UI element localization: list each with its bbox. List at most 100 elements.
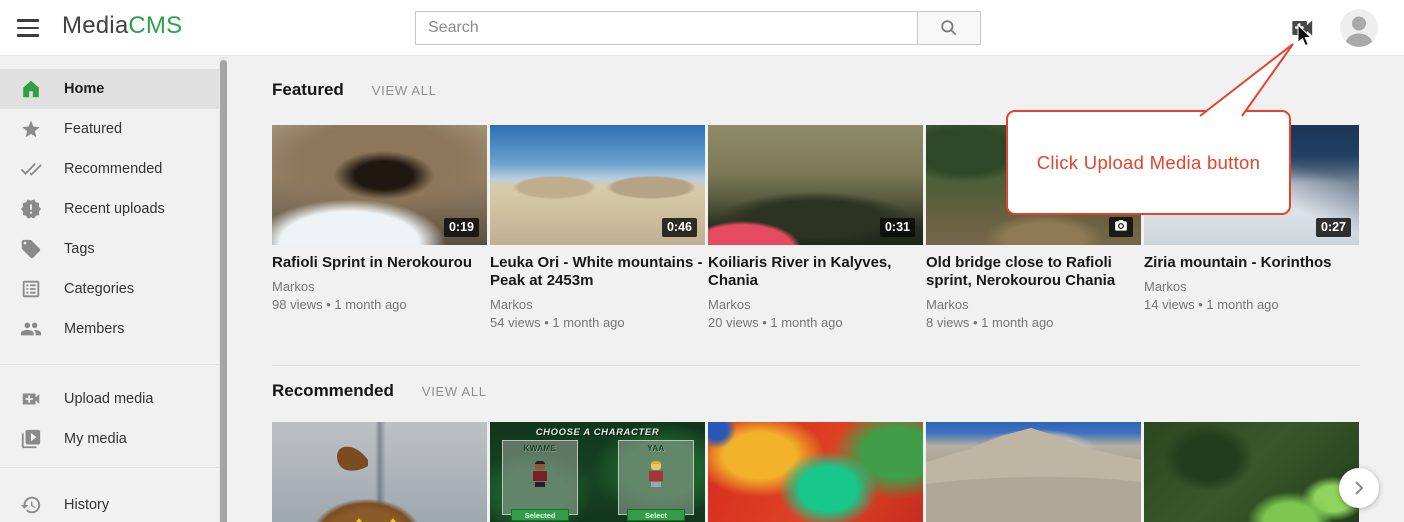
pumpkin-face (272, 422, 487, 522)
sidebar-item-featured[interactable]: Featured (0, 109, 219, 149)
sidebar-item-label: Recommended (64, 161, 162, 177)
media-card: CHOOSE A CHARACTER KWAME Selected YAA Se… (490, 422, 705, 522)
new-releases-icon (20, 198, 42, 220)
section-recommended: Recommended VIEW ALL CHOOSE A CHARACTER (272, 381, 1360, 522)
media-card (926, 422, 1141, 522)
sidebar-item-my-media[interactable]: My media (0, 419, 219, 459)
character-figure (648, 461, 664, 487)
media-author[interactable]: Markos (1144, 279, 1359, 294)
media-thumbnail[interactable] (926, 422, 1141, 522)
sidebar-item-label: Members (64, 321, 124, 337)
search-button[interactable] (918, 11, 981, 45)
sidebar-item-label: Upload media (64, 391, 153, 407)
sidebar-item-label: History (64, 497, 109, 513)
sidebar-scrollbar[interactable] (219, 57, 227, 522)
recommended-cards-row: CHOOSE A CHARACTER KWAME Selected YAA Se… (272, 422, 1360, 522)
character-name: YAA (619, 444, 693, 453)
character-panel-right: YAA Select (618, 440, 694, 515)
media-thumbnail[interactable]: CHOOSE A CHARACTER KWAME Selected YAA Se… (490, 422, 705, 522)
sidebar-item-tags[interactable]: Tags (0, 229, 219, 269)
annotation-text: Click Upload Media button (1037, 152, 1260, 174)
menu-icon[interactable] (14, 14, 42, 42)
user-avatar[interactable] (1340, 9, 1378, 47)
sidebar-item-label: Tags (64, 241, 95, 257)
media-card (1144, 422, 1359, 522)
sidebar-item-label: Recent uploads (64, 201, 165, 217)
media-author[interactable]: Markos (490, 297, 705, 312)
duration-badge: 0:46 (662, 218, 697, 237)
upload-media-icon (20, 388, 42, 410)
logo-cms: CMS (128, 12, 182, 39)
camera-badge (1109, 217, 1133, 237)
media-card (272, 422, 487, 522)
sidebar-divider (0, 364, 219, 365)
done-all-icon (20, 158, 42, 180)
categories-icon (20, 278, 42, 300)
game-screen-title: CHOOSE A CHARACTER (490, 427, 705, 438)
camera-icon (1114, 220, 1128, 232)
sidebar-item-recommended[interactable]: Recommended (0, 149, 219, 189)
sidebar-item-label: Home (64, 81, 104, 97)
character-name: KWAME (503, 444, 577, 453)
history-icon (20, 494, 42, 516)
search-input[interactable] (415, 11, 918, 45)
sidebar-item-recent-uploads[interactable]: Recent uploads (0, 189, 219, 229)
character-figure (532, 461, 548, 487)
media-thumbnail[interactable]: 0:31 (708, 125, 923, 245)
media-meta: 54 views • 1 month ago (490, 315, 705, 330)
chevron-right-icon (1351, 480, 1367, 496)
media-thumbnail[interactable] (708, 422, 923, 522)
character-panel-left: KWAME Selected (502, 440, 578, 515)
media-meta: 98 views • 1 month ago (272, 297, 487, 312)
sidebar-item-label: Categories (64, 281, 134, 297)
mountain-ridge (926, 422, 1141, 522)
person-icon (1340, 9, 1378, 47)
section-title: Featured (272, 80, 344, 100)
media-title[interactable]: Koiliaris River in Kalyves, Chania (708, 254, 923, 290)
scrollbar-thumb[interactable] (220, 60, 227, 522)
mouse-cursor (1297, 24, 1315, 50)
media-author[interactable]: Markos (708, 297, 923, 312)
carousel-next-button[interactable] (1339, 468, 1379, 508)
my-media-icon (20, 428, 42, 450)
sidebar-item-upload-media[interactable]: Upload media (0, 379, 219, 419)
app-logo[interactable]: MediaCMS (62, 12, 182, 40)
star-icon (20, 118, 42, 140)
sidebar-item-label: My media (64, 431, 127, 447)
media-meta: 8 views • 1 month ago (926, 315, 1141, 330)
sidebar-item-categories[interactable]: Categories (0, 269, 219, 309)
duration-badge: 0:31 (880, 218, 915, 237)
media-card: 0:31 Koiliaris River in Kalyves, Chania … (708, 125, 923, 330)
media-author[interactable]: Markos (272, 279, 487, 294)
section-divider (272, 365, 1360, 366)
duration-badge: 0:19 (444, 218, 479, 237)
media-author[interactable]: Markos (926, 297, 1141, 312)
sidebar-item-home[interactable]: Home (0, 69, 219, 109)
sidebar-divider (0, 467, 219, 468)
media-meta: 20 views • 1 month ago (708, 315, 923, 330)
search-bar (415, 11, 981, 45)
sidebar-item-members[interactable]: Members (0, 309, 219, 349)
media-title[interactable]: Rafioli Sprint in Nerokourou (272, 254, 487, 272)
media-title[interactable]: Leuka Ori - White mountains - Peak at 24… (490, 254, 705, 290)
select-button: Select (627, 509, 685, 521)
media-card (708, 422, 923, 522)
media-thumbnail[interactable]: 0:46 (490, 125, 705, 245)
view-all-link[interactable]: VIEW ALL (372, 83, 437, 98)
media-title[interactable]: Ziria mountain - Korinthos (1144, 254, 1359, 272)
media-card: 0:19 Rafioli Sprint in Nerokourou Markos… (272, 125, 487, 330)
media-thumbnail[interactable] (1144, 422, 1359, 522)
sidebar-item-label: Featured (64, 121, 122, 137)
media-title[interactable]: Old bridge close to Rafioli sprint, Nero… (926, 254, 1141, 290)
media-card: 0:46 Leuka Ori - White mountains - Peak … (490, 125, 705, 330)
section-title: Recommended (272, 381, 394, 401)
annotation-pointer (1180, 38, 1310, 118)
home-icon (20, 78, 42, 100)
media-thumbnail[interactable] (272, 422, 487, 522)
media-thumbnail[interactable]: 0:19 (272, 125, 487, 245)
logo-media: Media (62, 12, 128, 39)
view-all-link[interactable]: VIEW ALL (422, 384, 487, 399)
sidebar-item-history[interactable]: History (0, 485, 219, 522)
duration-badge: 0:27 (1316, 218, 1351, 237)
members-icon (20, 318, 42, 340)
